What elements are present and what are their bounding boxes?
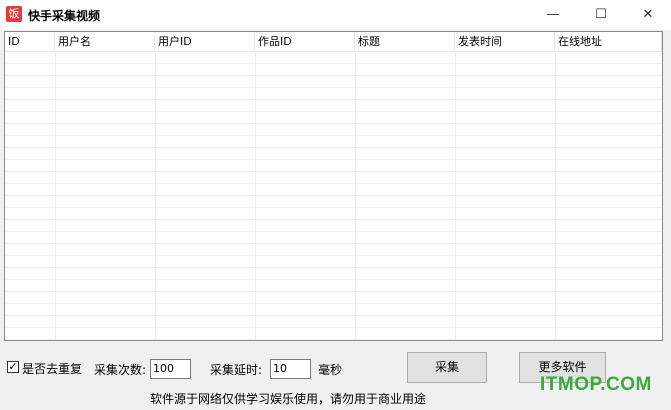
grid-line xyxy=(5,267,662,268)
column-header-online-url[interactable]: 在线地址 xyxy=(555,32,662,51)
delay-unit-label: 毫秒 xyxy=(318,363,343,377)
grid-line xyxy=(5,159,662,160)
column-header-user-id[interactable]: 用户ID xyxy=(155,32,255,51)
column-header-username[interactable]: 用户名 xyxy=(55,32,155,51)
column-header-title[interactable]: 标题 xyxy=(355,32,455,51)
column-header-publish-time[interactable]: 发表时间 xyxy=(455,32,555,51)
grid-column-line xyxy=(155,51,156,340)
collect-delay-input[interactable]: 10 xyxy=(270,359,311,379)
grid-line xyxy=(5,219,662,220)
dedupe-checkbox[interactable]: ✓ xyxy=(7,361,19,373)
dedupe-label: 是否去重复 xyxy=(22,362,83,376)
watermark-logo: ITMOP.COM xyxy=(540,374,652,395)
collect-count-label: 采集次数: xyxy=(94,363,147,377)
grid-line xyxy=(5,255,662,256)
window-title: 快手采集视频 xyxy=(28,9,101,23)
column-header-work-id[interactable]: 作品ID xyxy=(255,32,355,51)
grid-line xyxy=(5,147,662,148)
grid-column-line xyxy=(455,51,456,340)
grid-line xyxy=(5,315,662,316)
grid-line xyxy=(5,63,662,64)
collect-count-input[interactable]: 100 xyxy=(150,359,191,379)
maximize-button[interactable]: ☐ xyxy=(579,0,623,30)
grid-line xyxy=(5,75,662,76)
grid-column-line xyxy=(55,51,56,340)
grid-line xyxy=(5,171,662,172)
results-table[interactable]: ID 用户名 用户ID 作品ID 标题 发表时间 在线地址 xyxy=(4,31,663,341)
grid-line xyxy=(5,279,662,280)
minimize-button[interactable]: — xyxy=(531,0,575,30)
app-icon: 饭 xyxy=(6,6,22,22)
table-header: ID 用户名 用户ID 作品ID 标题 发表时间 在线地址 xyxy=(5,32,662,52)
grid-line xyxy=(5,123,662,124)
grid-column-line xyxy=(355,51,356,340)
grid-line xyxy=(5,207,662,208)
grid-line xyxy=(5,243,662,244)
grid-line xyxy=(5,339,662,340)
grid-line xyxy=(5,183,662,184)
grid-column-line xyxy=(555,51,556,340)
grid-line xyxy=(5,303,662,304)
grid-line xyxy=(5,291,662,292)
grid-line xyxy=(5,111,662,112)
grid-column-line xyxy=(255,51,256,340)
grid-line xyxy=(5,135,662,136)
disclaimer-text: 软件源于网络仅供学习娱乐使用，请勿用于商业用途 xyxy=(150,392,427,406)
collect-button[interactable]: 采集 xyxy=(407,352,487,383)
grid-line xyxy=(5,99,662,100)
grid-line xyxy=(5,195,662,196)
column-header-id[interactable]: ID xyxy=(5,32,55,51)
grid-line xyxy=(5,87,662,88)
collect-delay-label: 采集延时: xyxy=(210,363,263,377)
grid-line xyxy=(5,327,662,328)
grid-line xyxy=(5,231,662,232)
close-button[interactable]: ✕ xyxy=(626,0,670,30)
title-bar: 饭 快手采集视频 — ☐ ✕ xyxy=(0,0,671,30)
